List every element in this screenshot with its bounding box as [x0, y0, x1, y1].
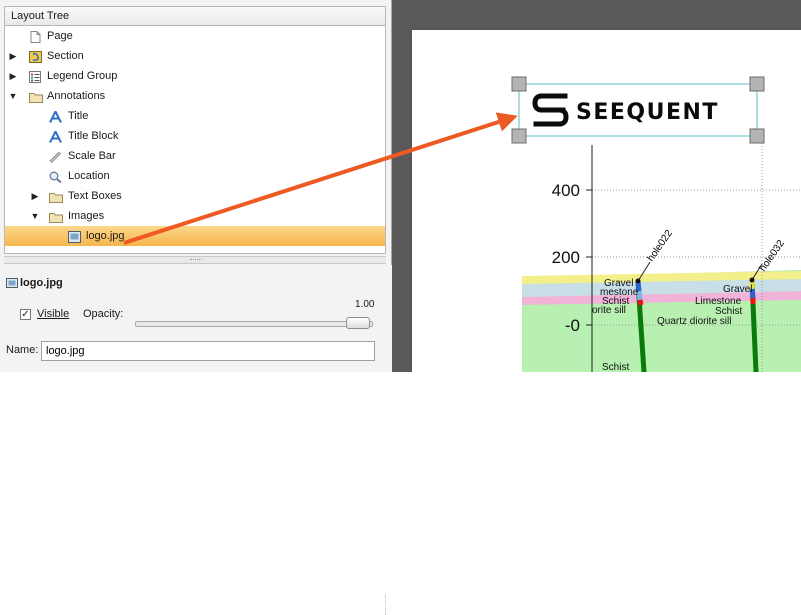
expand-arrow-icon[interactable]: ▶ [8, 46, 18, 66]
resize-handle-bottom-left[interactable] [511, 128, 527, 144]
y-tick-label: 200 [552, 248, 580, 267]
logo-text: SEEQUENT [576, 100, 719, 125]
drillhole-segment [636, 290, 643, 301]
expand-arrow-icon[interactable]: ▶ [8, 66, 18, 86]
visible-checkbox[interactable]: ✓ [20, 309, 31, 320]
tree-item-label: logo.jpg [86, 230, 125, 242]
expand-arrow-icon[interactable]: ▶ [30, 186, 40, 206]
section-icon [29, 50, 42, 63]
tree-item-page[interactable]: Page [5, 26, 385, 46]
drillhole-segment [637, 299, 644, 306]
tree-item-label: Page [47, 30, 73, 42]
layout-tree[interactable]: Page ▶ Section ▶ Legend Group ▼ Annotati… [4, 26, 386, 254]
name-field[interactable] [41, 341, 375, 361]
tree-item-annotations[interactable]: ▼ Annotations [5, 86, 385, 106]
unit-label: orite sill [592, 305, 626, 316]
tree-item-section[interactable]: ▶ Section [5, 46, 385, 66]
magnifier-icon [49, 170, 62, 184]
unit-label: Schist [602, 362, 629, 372]
tree-item-label: Location [68, 170, 110, 182]
resize-handle-top-right[interactable] [749, 76, 765, 92]
properties-title: logo.jpg [20, 277, 63, 289]
tree-item-label: Title [68, 110, 89, 122]
hole-collar [749, 277, 755, 283]
opacity-value: 1.00 [355, 299, 375, 310]
tree-item-label: Title Block [68, 130, 119, 142]
tree-item-scale-bar[interactable]: Scale Bar [5, 146, 385, 166]
opacity-slider-track[interactable] [135, 321, 373, 327]
tree-item-text-boxes[interactable]: ▶ Text Boxes [5, 186, 385, 206]
resize-handle-top-left[interactable] [511, 76, 527, 92]
tree-item-logo-jpg[interactable]: logo.jpg [5, 226, 385, 246]
tree-item-location[interactable]: Location [5, 166, 385, 186]
tree-item-images[interactable]: ▼ Images [5, 206, 385, 226]
tree-item-title[interactable]: Title [5, 106, 385, 126]
unit-label: Quartz diorite sill [657, 316, 731, 327]
tree-item-label: Scale Bar [68, 150, 116, 162]
properties-panel: logo.jpg ✓ Visible Opacity: 1.00 Name: [0, 265, 392, 615]
schist-lower-unit [522, 300, 801, 372]
hole-label: hole032 [757, 238, 787, 274]
y-tick-label: 400 [552, 181, 580, 200]
image-icon [68, 230, 81, 243]
tree-item-label: Images [68, 210, 105, 222]
folder-icon [29, 90, 43, 103]
text-a-icon [49, 109, 62, 123]
opacity-slider-handle[interactable] [346, 317, 370, 329]
hole-label: hole022 [645, 228, 675, 264]
tree-item-label: Text Boxes [68, 190, 122, 202]
collapse-arrow-icon[interactable]: ▼ [30, 206, 40, 226]
tree-item-title-block[interactable]: Title Block [5, 126, 385, 146]
tree-item-label: Annotations [47, 90, 106, 102]
section-graphic: 400 200 -0 hole022 hole032 Gravel meston… [511, 76, 801, 372]
panel-splitter[interactable] [4, 256, 386, 264]
resize-grip-icon [385, 595, 391, 615]
collapse-arrow-icon[interactable]: ▼ [8, 86, 18, 106]
y-tick-label: -0 [565, 316, 580, 335]
legend-icon [29, 70, 42, 83]
folder-icon [49, 210, 63, 223]
opacity-label: Opacity: [83, 308, 124, 320]
left-panel: Layout Tree Page ▶ Section ▶ Legend Grou… [0, 0, 392, 615]
ruler-icon [49, 150, 62, 164]
name-label: Name: [6, 344, 39, 356]
splitter-grip-icon [190, 259, 202, 262]
visible-label: Visible [37, 308, 70, 320]
tree-item-label: Section [47, 50, 84, 62]
layout-tree-header: Layout Tree [4, 6, 386, 26]
folder-icon [49, 190, 63, 203]
seequent-logo[interactable]: SEEQUENT [511, 76, 765, 144]
hole-collar [635, 278, 641, 284]
resize-handle-bottom-right[interactable] [749, 128, 765, 144]
page-icon [29, 30, 42, 43]
layout-canvas[interactable]: 400 200 -0 hole022 hole032 Gravel meston… [392, 0, 801, 372]
tree-item-legend-group[interactable]: ▶ Legend Group [5, 66, 385, 86]
unit-label: Gravel [723, 284, 752, 295]
image-icon [6, 278, 18, 288]
tree-item-label: Legend Group [47, 70, 118, 82]
text-a-icon [49, 129, 62, 143]
